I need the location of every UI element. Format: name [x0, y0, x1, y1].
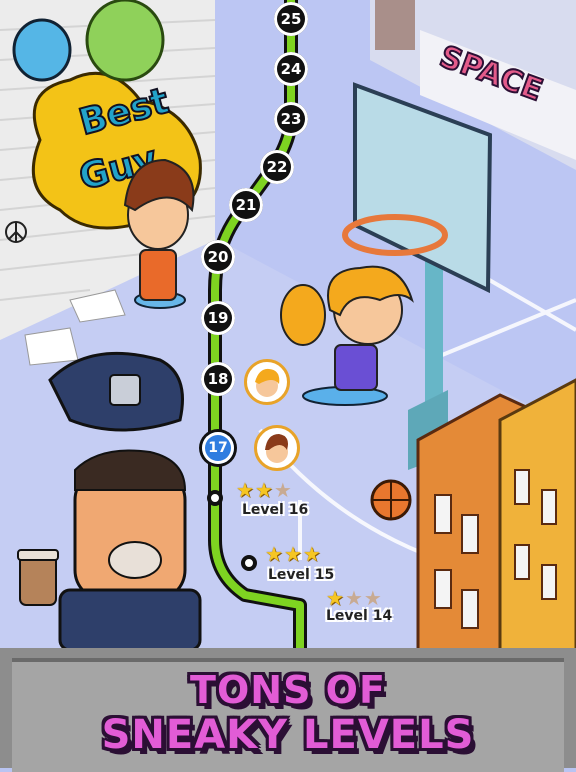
- level-node-18[interactable]: 18: [201, 362, 235, 396]
- level-16-label[interactable]: Level 16: [242, 502, 308, 518]
- level-node-22[interactable]: 22: [260, 150, 294, 184]
- star-icon: ★: [254, 478, 274, 502]
- level-16-stars: ★★★: [236, 478, 293, 502]
- level-15-stars: ★★★: [265, 542, 322, 566]
- girl-face-icon: [255, 368, 280, 397]
- boy-face-icon: [265, 434, 288, 463]
- boy-avatar: [254, 425, 300, 471]
- girl-avatar: [244, 359, 290, 405]
- level-node-25[interactable]: 25: [274, 2, 308, 36]
- coffee-cup-icon: [17, 549, 59, 606]
- level-15-label[interactable]: Level 15: [268, 567, 334, 583]
- level-dot-16[interactable]: [207, 490, 223, 506]
- level-14-label[interactable]: Level 14: [326, 608, 392, 624]
- level-dot-15[interactable]: [241, 555, 257, 571]
- basketball-icon: [370, 479, 412, 521]
- banner-title-line2: SNEAKY LEVELS: [101, 712, 475, 758]
- star-icon: ★: [302, 542, 322, 566]
- star-icon: ★: [326, 586, 345, 610]
- banner-title-line1: TONS OF: [190, 668, 386, 712]
- star-icon: ★: [236, 478, 255, 502]
- level-node-current[interactable]: 17: [202, 432, 234, 464]
- star-icon: ★: [273, 478, 293, 502]
- star-icon: ★: [363, 586, 383, 610]
- star-icon: ★: [344, 586, 364, 610]
- level-node-19[interactable]: 19: [201, 301, 235, 335]
- level-node-23[interactable]: 23: [274, 102, 308, 136]
- level-14-stars: ★★★: [326, 586, 383, 610]
- level-node-24[interactable]: 24: [274, 52, 308, 86]
- star-icon: ★: [283, 542, 303, 566]
- level-node-21[interactable]: 21: [229, 188, 263, 222]
- level-node-20[interactable]: 20: [201, 240, 235, 274]
- star-icon: ★: [265, 542, 284, 566]
